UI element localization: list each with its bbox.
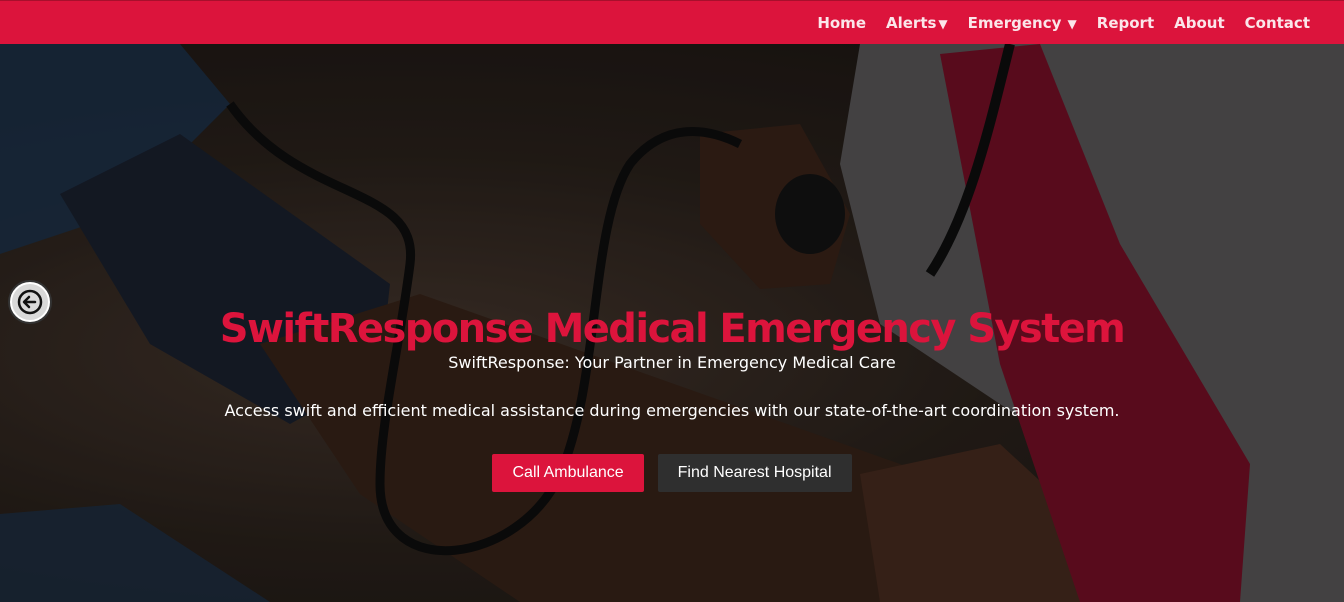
arrow-left-circle-icon <box>17 289 43 315</box>
emergency-caret-icon: ▼ <box>1063 16 1077 31</box>
nav-about[interactable]: About <box>1174 14 1225 32</box>
hero-content: SwiftResponse Medical Emergency System S… <box>0 302 1344 492</box>
top-navbar: Home Alerts ▼ Emergency ▼ Report About Co… <box>0 0 1344 44</box>
find-hospital-button[interactable]: Find Nearest Hospital <box>657 454 852 492</box>
hero-carousel: SwiftResponse Medical Emergency System S… <box>0 44 1344 602</box>
nav-contact[interactable]: Contact <box>1245 14 1310 32</box>
hero-title: SwiftResponse Medical Emergency System <box>219 306 1126 352</box>
nav-alerts[interactable]: Alerts ▼ <box>886 14 948 32</box>
nav-emergency[interactable]: Emergency ▼ <box>968 14 1077 32</box>
carousel-prev-button[interactable] <box>10 282 50 322</box>
nav-home[interactable]: Home <box>817 14 866 32</box>
nav-report[interactable]: Report <box>1097 14 1154 32</box>
hero-buttons: Call Ambulance Find Nearest Hospital <box>0 454 1344 492</box>
hero-subtitle: SwiftResponse: Your Partner in Emergency… <box>448 353 896 372</box>
alerts-caret-icon: ▼ <box>938 16 948 31</box>
call-ambulance-button[interactable]: Call Ambulance <box>492 454 644 492</box>
hero-description: Access swift and efficient medical assis… <box>224 401 1120 420</box>
